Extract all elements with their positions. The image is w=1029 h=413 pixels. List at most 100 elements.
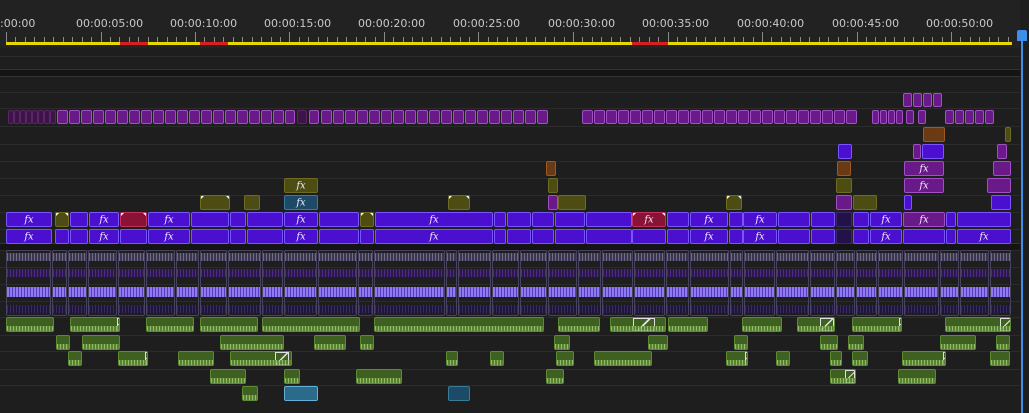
timeline-clip[interactable]: fx bbox=[904, 161, 944, 176]
timeline-clip[interactable] bbox=[811, 212, 835, 227]
timeline-clip[interactable] bbox=[494, 212, 506, 227]
timeline-clip[interactable] bbox=[191, 229, 229, 244]
timeline-clip[interactable] bbox=[903, 229, 945, 244]
timeline-clip[interactable] bbox=[494, 229, 506, 244]
audio-clip[interactable] bbox=[262, 250, 283, 316]
timeline-clip[interactable] bbox=[70, 212, 88, 227]
timeline-clip[interactable] bbox=[55, 229, 69, 244]
timeline-clip[interactable] bbox=[165, 110, 176, 124]
timeline-clip[interactable] bbox=[314, 335, 346, 350]
timeline-clip[interactable] bbox=[922, 144, 944, 159]
timeline-clip[interactable] bbox=[120, 212, 147, 227]
timeline-clip[interactable] bbox=[477, 110, 488, 124]
timeline-clip[interactable] bbox=[778, 212, 810, 227]
timeline-clip[interactable] bbox=[945, 317, 1011, 332]
timeline-clip[interactable] bbox=[594, 110, 605, 124]
audio-clip[interactable] bbox=[88, 250, 117, 316]
timeline-clip[interactable] bbox=[798, 110, 809, 124]
timeline-clip[interactable] bbox=[990, 351, 1010, 366]
timeline-clip[interactable] bbox=[820, 335, 838, 350]
audio-clip[interactable] bbox=[228, 250, 261, 316]
timeline-clip[interactable] bbox=[247, 212, 283, 227]
timeline-clip[interactable] bbox=[797, 317, 835, 332]
timeline-clip[interactable] bbox=[946, 229, 956, 244]
timeline-clip[interactable] bbox=[405, 110, 416, 124]
timeline-clip[interactable] bbox=[465, 110, 476, 124]
timeline-clip[interactable] bbox=[729, 229, 743, 244]
timeline-clip[interactable] bbox=[872, 110, 879, 124]
timeline-clip[interactable] bbox=[991, 195, 1011, 210]
audio-clip[interactable] bbox=[810, 250, 835, 316]
timeline-clip[interactable] bbox=[284, 369, 300, 384]
timeline-clip[interactable] bbox=[904, 195, 912, 210]
audio-clip[interactable] bbox=[602, 250, 633, 316]
audio-clip[interactable] bbox=[578, 250, 601, 316]
timeline-clip[interactable]: fx bbox=[690, 212, 728, 227]
timeline-clip[interactable]: fx bbox=[903, 212, 945, 227]
timeline-clip[interactable] bbox=[120, 229, 147, 244]
timeline-clip[interactable] bbox=[933, 93, 942, 107]
timeline-clip[interactable] bbox=[237, 110, 248, 124]
timeline-clip[interactable] bbox=[513, 110, 524, 124]
timeline-clip[interactable] bbox=[244, 195, 260, 210]
timeline-clip[interactable]: fx bbox=[284, 229, 318, 244]
timeline-clip[interactable] bbox=[141, 110, 152, 124]
timeline-clip[interactable] bbox=[319, 229, 359, 244]
audio-clip[interactable] bbox=[940, 250, 959, 316]
timeline-clip[interactable] bbox=[913, 144, 921, 159]
timeline-clip[interactable] bbox=[81, 110, 92, 124]
timeline-clip[interactable] bbox=[903, 93, 912, 107]
timeline-clip[interactable] bbox=[429, 110, 440, 124]
audio-clip[interactable] bbox=[458, 250, 491, 316]
timeline-clip[interactable]: fx bbox=[89, 212, 119, 227]
timeline-clip[interactable] bbox=[230, 229, 246, 244]
timeline-clip[interactable] bbox=[6, 317, 54, 332]
timeline-clip[interactable] bbox=[702, 110, 713, 124]
audio-clip[interactable] bbox=[284, 250, 317, 316]
timeline-clip[interactable] bbox=[356, 369, 402, 384]
timeline-clip[interactable]: fx bbox=[632, 212, 666, 227]
timeline-clip[interactable] bbox=[555, 229, 585, 244]
timeline-clip[interactable] bbox=[393, 110, 404, 124]
timeline-clip[interactable] bbox=[923, 127, 945, 142]
timeline-clip[interactable] bbox=[668, 317, 708, 332]
timeline-clip[interactable] bbox=[642, 110, 653, 124]
timeline-clip[interactable] bbox=[345, 110, 356, 124]
audio-clip[interactable] bbox=[318, 250, 357, 316]
timeline-clip[interactable] bbox=[690, 110, 701, 124]
audio-clip[interactable] bbox=[446, 250, 457, 316]
timeline-clip[interactable]: fx bbox=[284, 178, 318, 193]
timeline-clip[interactable] bbox=[554, 335, 570, 350]
audio-clip[interactable] bbox=[836, 250, 855, 316]
timeline-clip[interactable] bbox=[129, 110, 140, 124]
timeline-clip[interactable] bbox=[975, 110, 984, 124]
timeline-clip[interactable]: fx bbox=[690, 229, 728, 244]
timeline-clip[interactable] bbox=[374, 317, 544, 332]
timeline-clip[interactable] bbox=[556, 351, 574, 366]
timeline-clip[interactable] bbox=[200, 317, 258, 332]
timeline-clip[interactable] bbox=[507, 212, 531, 227]
timeline-clip[interactable]: fx bbox=[904, 178, 944, 193]
timeline-clip[interactable] bbox=[177, 110, 188, 124]
timeline-clip[interactable] bbox=[360, 335, 374, 350]
timeline-clip[interactable] bbox=[532, 212, 554, 227]
timeline-clip[interactable] bbox=[734, 335, 748, 350]
timeline-clip[interactable] bbox=[997, 144, 1007, 159]
timeline-clip[interactable]: fx bbox=[743, 229, 777, 244]
timeline-clip[interactable] bbox=[848, 335, 864, 350]
timeline-clip[interactable] bbox=[654, 110, 665, 124]
timeline-clip[interactable] bbox=[213, 110, 224, 124]
timeline-clip[interactable] bbox=[880, 110, 887, 124]
audio-clip[interactable] bbox=[960, 250, 989, 316]
audio-clip[interactable] bbox=[6, 250, 51, 316]
timeline-clip[interactable] bbox=[225, 110, 236, 124]
timeline-clip[interactable] bbox=[726, 195, 742, 210]
timeline-clip[interactable] bbox=[546, 161, 556, 176]
timeline-clip[interactable] bbox=[249, 110, 260, 124]
timeline-clip[interactable] bbox=[610, 317, 666, 332]
timeline-clip[interactable] bbox=[56, 335, 70, 350]
timeline-clip[interactable] bbox=[201, 110, 212, 124]
audio-clip[interactable] bbox=[358, 250, 373, 316]
timeline-clip[interactable] bbox=[118, 351, 148, 366]
audio-clip[interactable] bbox=[904, 250, 939, 316]
